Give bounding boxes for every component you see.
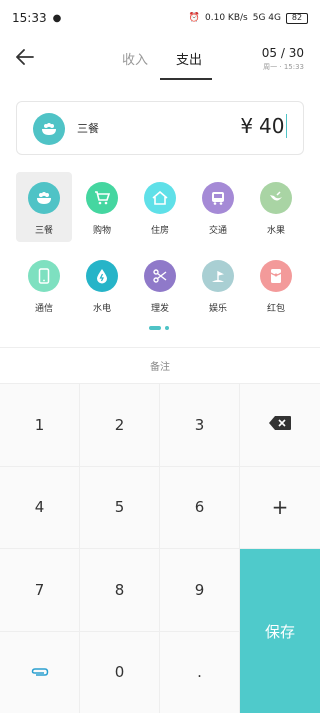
date-label: 05 / 30 xyxy=(261,46,304,60)
category-sancan[interactable]: 三餐 xyxy=(16,172,72,242)
bus-icon xyxy=(202,182,234,214)
rice-bowl-icon xyxy=(33,113,65,145)
shopping-cart-icon xyxy=(86,182,118,214)
amount-display[interactable]: ¥ 40 xyxy=(240,114,287,138)
key-0[interactable]: 0 xyxy=(80,631,160,713)
alarm-icon: ⏰ xyxy=(188,13,201,23)
category-haircut[interactable]: 理发 xyxy=(132,250,188,320)
note-field[interactable]: 备注 xyxy=(0,347,320,383)
plus-button[interactable]: + xyxy=(240,466,320,549)
fruit-icon xyxy=(260,182,292,214)
tab-expense[interactable]: 支出 xyxy=(176,49,202,68)
key-6[interactable]: 6 xyxy=(160,466,240,549)
category-transport[interactable]: 交通 xyxy=(190,172,246,242)
house-icon xyxy=(144,182,176,214)
rice-bowl-icon xyxy=(28,182,60,214)
amount-value: 40 xyxy=(259,114,285,138)
attachment-button[interactable] xyxy=(0,631,80,713)
category-red-envelope[interactable]: 红包 xyxy=(248,250,304,320)
key-dot[interactable]: . xyxy=(160,631,240,713)
net-speed: 0.10 KB/s xyxy=(205,13,248,23)
status-bar: 15:33 ● ⏰ 0.10 KB/s 5G 4G 82 xyxy=(0,0,320,36)
key-2[interactable]: 2 xyxy=(80,384,160,467)
save-button[interactable]: 保存 xyxy=(240,549,320,713)
category-shopping[interactable]: 购物 xyxy=(74,172,130,242)
key-9[interactable]: 9 xyxy=(160,549,240,632)
red-envelope-icon xyxy=(260,260,292,292)
category-utilities[interactable]: 水电 xyxy=(74,250,130,320)
category-label: 住房 xyxy=(150,226,169,236)
category-label: 三餐 xyxy=(34,226,53,236)
category-label: 水电 xyxy=(92,304,111,314)
status-icons: ⏰ 0.10 KB/s 5G 4G 82 xyxy=(188,12,308,24)
category-label: 理发 xyxy=(150,304,169,314)
signal-text: 5G 4G xyxy=(252,13,281,23)
category-label: 水果 xyxy=(266,226,285,236)
key-4[interactable]: 4 xyxy=(0,466,80,549)
number-keypad: 1 2 3 4 5 6 + 7 8 9 0 . 保存 xyxy=(0,383,320,713)
category-fruit[interactable]: 水果 xyxy=(248,172,304,242)
category-label: 购物 xyxy=(92,226,111,236)
page-dot-active xyxy=(149,326,161,330)
selected-category-name: 三餐 xyxy=(77,122,99,135)
key-3[interactable]: 3 xyxy=(160,384,240,467)
category-label: 娱乐 xyxy=(208,304,227,314)
entertainment-icon xyxy=(202,260,234,292)
weekday-time-label: 周一 · 15:33 xyxy=(263,63,304,71)
phone-icon xyxy=(28,260,60,292)
tab-indicator xyxy=(160,78,212,80)
page-dot xyxy=(165,326,169,330)
water-drop-icon xyxy=(86,260,118,292)
notification-icon: ● xyxy=(52,12,62,24)
amount-card: 三餐 ¥ 40 xyxy=(16,101,304,155)
date-picker[interactable]: 05 / 30 周一 · 15:33 xyxy=(262,46,304,72)
paperclip-icon xyxy=(31,663,49,681)
key-1[interactable]: 1 xyxy=(0,384,80,467)
category-label: 交通 xyxy=(208,226,227,236)
category-label: 红包 xyxy=(266,304,285,314)
backspace-icon xyxy=(269,415,291,434)
backspace-button[interactable] xyxy=(240,384,320,467)
key-7[interactable]: 7 xyxy=(0,549,80,632)
battery-icon: 82 xyxy=(286,12,308,24)
category-entertainment[interactable]: 娱乐 xyxy=(190,250,246,320)
category-label: 通信 xyxy=(34,304,53,314)
currency-symbol: ¥ xyxy=(240,114,254,138)
text-caret xyxy=(285,114,287,138)
key-5[interactable]: 5 xyxy=(80,466,160,549)
note-placeholder: 备注 xyxy=(150,362,170,373)
category-housing[interactable]: 住房 xyxy=(132,172,188,242)
tab-income[interactable]: 收入 xyxy=(122,49,148,68)
key-8[interactable]: 8 xyxy=(80,549,160,632)
header: 收入 支出 05 / 30 周一 · 15:33 xyxy=(0,36,320,84)
status-time: 15:33 xyxy=(12,11,47,25)
page-indicator[interactable] xyxy=(149,326,169,330)
scissors-icon xyxy=(144,260,176,292)
category-telecom[interactable]: 通信 xyxy=(16,250,72,320)
back-arrow-icon[interactable] xyxy=(14,46,36,68)
